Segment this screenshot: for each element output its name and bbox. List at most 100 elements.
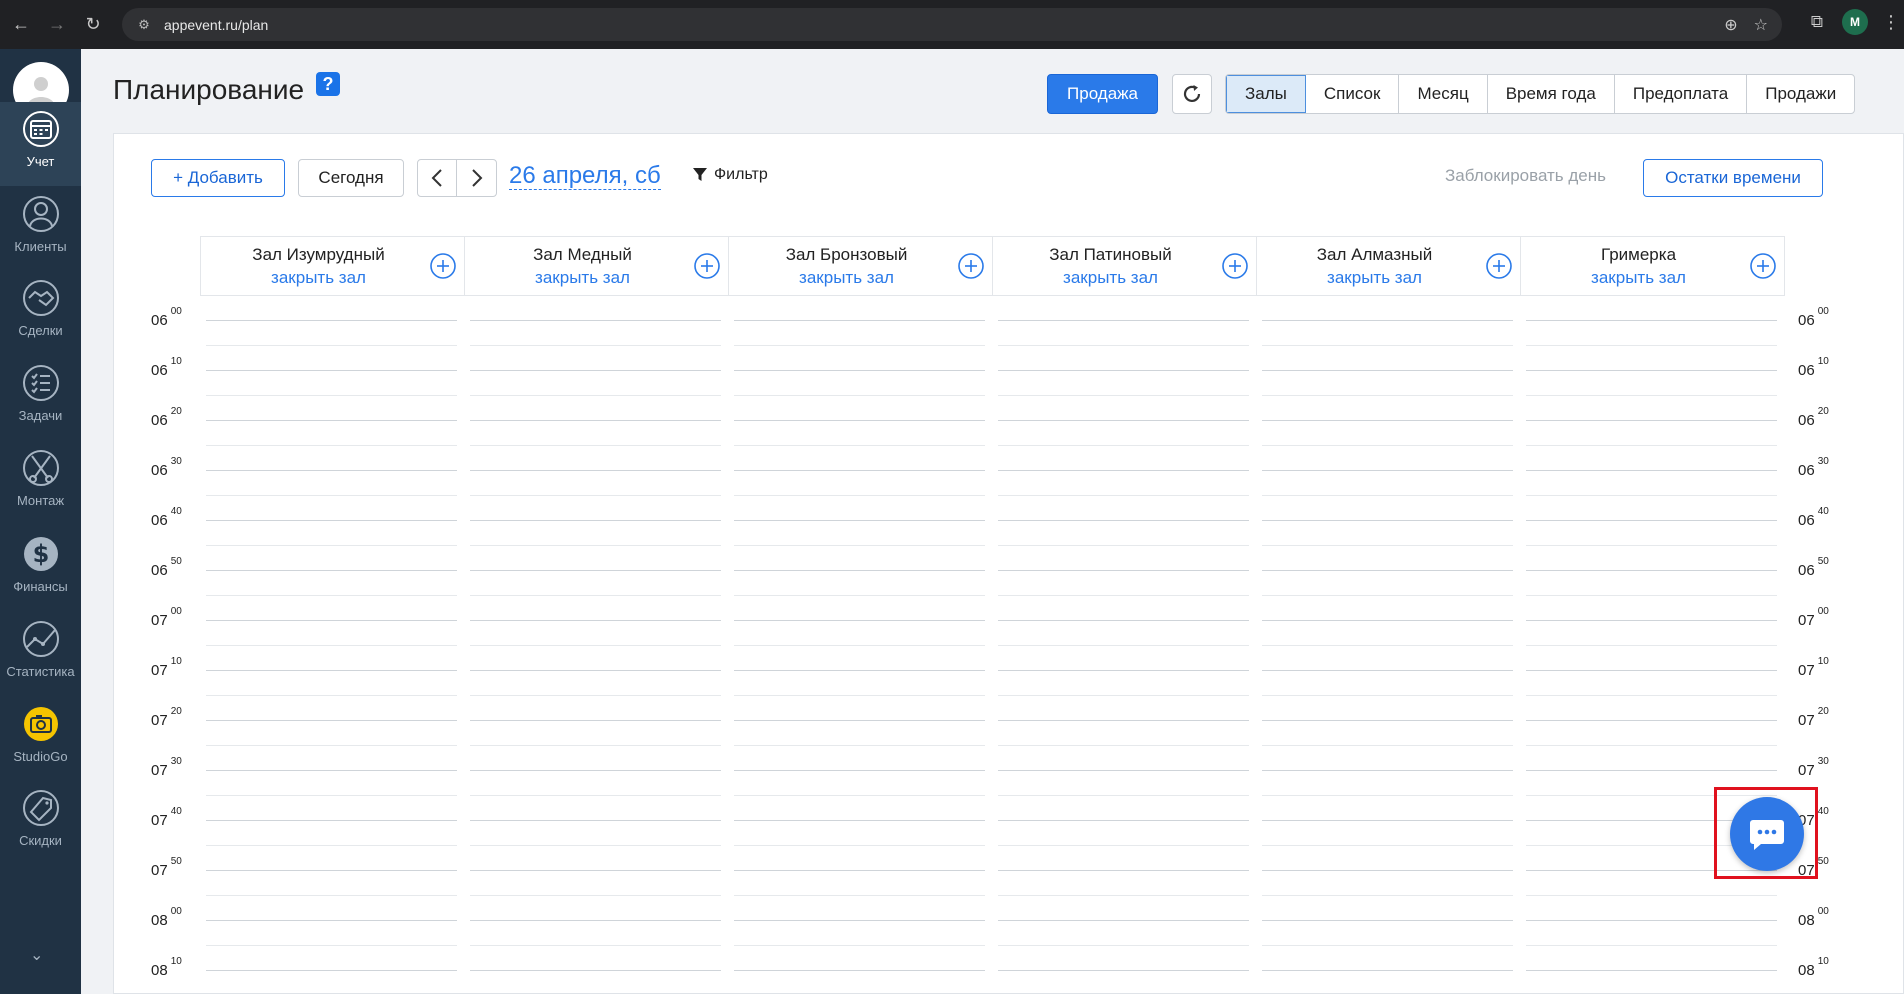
time-slot[interactable]: [470, 770, 721, 771]
time-slot-half[interactable]: [470, 895, 721, 896]
time-slot-half[interactable]: [998, 645, 1249, 646]
time-slot[interactable]: [734, 620, 985, 621]
time-slot[interactable]: [1262, 420, 1513, 421]
time-slot-half[interactable]: [206, 645, 457, 646]
time-slot-half[interactable]: [470, 595, 721, 596]
tab-1[interactable]: Список: [1306, 75, 1400, 113]
time-slot[interactable]: [206, 670, 457, 671]
time-slot-half[interactable]: [206, 545, 457, 546]
time-slot-half[interactable]: [1262, 445, 1513, 446]
time-slot[interactable]: [1262, 970, 1513, 971]
time-slot-half[interactable]: [206, 945, 457, 946]
time-slot-half[interactable]: [734, 845, 985, 846]
plus-circle-icon[interactable]: [958, 253, 984, 279]
bookmark-star-icon[interactable]: ☆: [1754, 15, 1768, 35]
time-slot[interactable]: [1526, 620, 1777, 621]
time-slot[interactable]: [1262, 820, 1513, 821]
time-slot-half[interactable]: [470, 345, 721, 346]
time-slot[interactable]: [1526, 520, 1777, 521]
time-slot-half[interactable]: [998, 845, 1249, 846]
time-slot-half[interactable]: [1526, 495, 1777, 496]
time-slot-half[interactable]: [206, 445, 457, 446]
time-slot-half[interactable]: [206, 745, 457, 746]
time-slot[interactable]: [206, 570, 457, 571]
tab-2[interactable]: Месяц: [1399, 75, 1488, 113]
url-text[interactable]: appevent.ru/plan: [164, 17, 268, 33]
time-slot[interactable]: [206, 870, 457, 871]
time-slot[interactable]: [470, 620, 721, 621]
time-slot-half[interactable]: [206, 795, 457, 796]
time-slot[interactable]: [206, 370, 457, 371]
time-slot-half[interactable]: [1262, 595, 1513, 596]
time-slot-half[interactable]: [734, 495, 985, 496]
time-slot[interactable]: [206, 620, 457, 621]
time-slot-half[interactable]: [1262, 695, 1513, 696]
time-slot-half[interactable]: [998, 395, 1249, 396]
filter-button[interactable]: Фильтр: [692, 166, 768, 184]
prev-day-button[interactable]: [418, 160, 458, 196]
time-slot-half[interactable]: [1526, 395, 1777, 396]
time-slot-half[interactable]: [1262, 495, 1513, 496]
time-slot-half[interactable]: [1526, 895, 1777, 896]
time-slot[interactable]: [1526, 370, 1777, 371]
help-icon[interactable]: ?: [316, 72, 340, 96]
time-slot[interactable]: [734, 520, 985, 521]
tab-3[interactable]: Время года: [1488, 75, 1615, 113]
plus-circle-icon[interactable]: [694, 253, 720, 279]
time-slot[interactable]: [470, 870, 721, 871]
time-left-button[interactable]: Остатки времени: [1643, 159, 1823, 197]
time-slot[interactable]: [206, 770, 457, 771]
close-hall-link[interactable]: закрыть зал: [1257, 268, 1520, 288]
close-hall-link[interactable]: закрыть зал: [993, 268, 1256, 288]
time-slot[interactable]: [998, 670, 1249, 671]
plus-circle-icon[interactable]: [1486, 253, 1512, 279]
tab-4[interactable]: Предоплата: [1615, 75, 1748, 113]
time-slot[interactable]: [1526, 770, 1777, 771]
time-slot[interactable]: [470, 320, 721, 321]
time-slot-half[interactable]: [998, 545, 1249, 546]
time-slot[interactable]: [206, 420, 457, 421]
time-slot-half[interactable]: [734, 795, 985, 796]
time-slot-half[interactable]: [734, 695, 985, 696]
block-day-link[interactable]: Заблокировать день: [1445, 166, 1606, 186]
time-slot[interactable]: [470, 470, 721, 471]
back-arrow-icon[interactable]: ←: [6, 10, 36, 40]
time-slot[interactable]: [1526, 420, 1777, 421]
time-slot-half[interactable]: [206, 695, 457, 696]
time-slot-half[interactable]: [1526, 345, 1777, 346]
time-slot[interactable]: [470, 720, 721, 721]
sidebar-item-5[interactable]: $ Финансы: [0, 527, 81, 611]
time-slot-half[interactable]: [1262, 645, 1513, 646]
time-slot[interactable]: [734, 470, 985, 471]
site-settings-icon[interactable]: ⚙: [134, 15, 154, 35]
time-slot-half[interactable]: [998, 345, 1249, 346]
time-slot[interactable]: [998, 970, 1249, 971]
sidebar-item-4[interactable]: Монтаж: [0, 441, 81, 525]
time-slot-half[interactable]: [470, 795, 721, 796]
time-slot-half[interactable]: [998, 495, 1249, 496]
time-slot[interactable]: [206, 920, 457, 921]
time-slot[interactable]: [206, 520, 457, 521]
profile-avatar[interactable]: M: [1842, 9, 1868, 35]
today-button[interactable]: Сегодня: [298, 159, 404, 197]
time-slot-half[interactable]: [1262, 395, 1513, 396]
time-slot[interactable]: [1262, 320, 1513, 321]
time-slot-half[interactable]: [206, 345, 457, 346]
time-slot[interactable]: [1262, 620, 1513, 621]
time-slot[interactable]: [470, 570, 721, 571]
chevron-down-icon[interactable]: ⌄: [30, 945, 43, 965]
time-slot[interactable]: [1262, 870, 1513, 871]
time-slot[interactable]: [998, 470, 1249, 471]
time-slot-half[interactable]: [1262, 545, 1513, 546]
time-slot-half[interactable]: [1262, 895, 1513, 896]
time-slot[interactable]: [470, 520, 721, 521]
time-slot-half[interactable]: [734, 445, 985, 446]
time-slot[interactable]: [1262, 720, 1513, 721]
time-slot[interactable]: [470, 970, 721, 971]
address-bar[interactable]: ⚙ appevent.ru/plan ⊕ ☆: [122, 8, 1782, 41]
time-slot-half[interactable]: [1526, 595, 1777, 596]
time-slot-half[interactable]: [1526, 745, 1777, 746]
time-slot-half[interactable]: [470, 395, 721, 396]
time-slot[interactable]: [1526, 670, 1777, 671]
time-slot-half[interactable]: [998, 795, 1249, 796]
